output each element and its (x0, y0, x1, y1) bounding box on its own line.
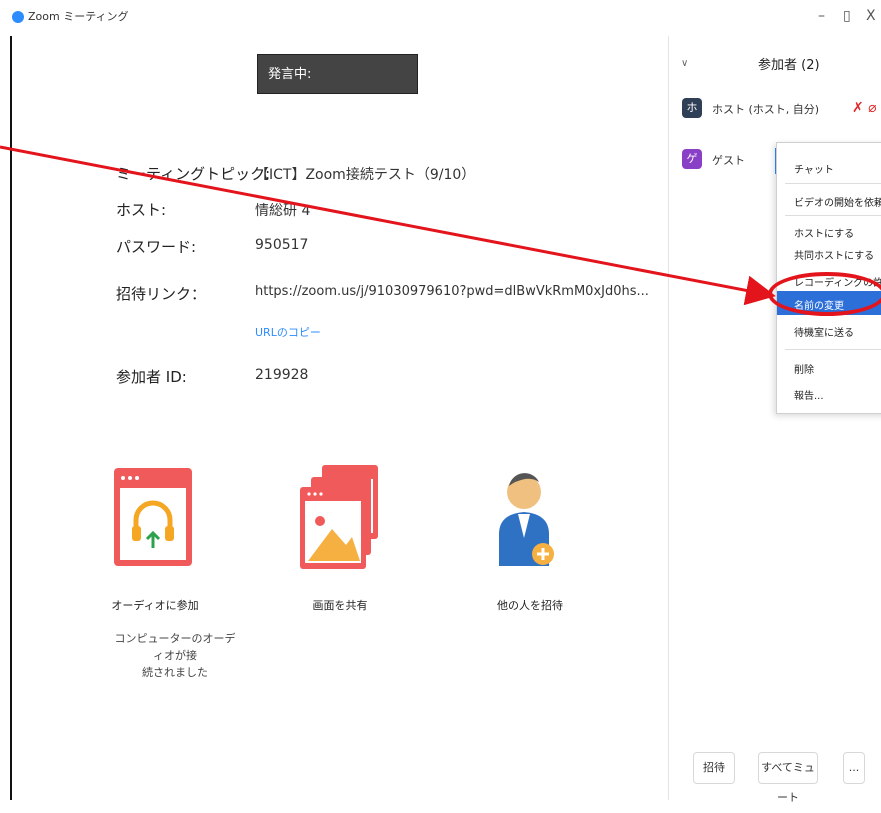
topic-value: 【ICT】Zoom接続テスト（9/10） (255, 167, 476, 183)
more-options-button[interactable]: ... (843, 752, 865, 784)
audio-status-text: コンピューターのオーディオが接 続されました (110, 630, 240, 681)
window-title: Zoom ミーティング (28, 10, 129, 23)
audio-status-line2: 続されました (142, 666, 208, 679)
share-screen-label: 画面を共有 (312, 599, 368, 612)
invite-person-icon (499, 473, 554, 566)
invite-footer-button[interactable]: 招待 (693, 752, 735, 784)
headphones-icon (114, 468, 192, 566)
password-label: パスワード: (116, 238, 197, 256)
topic-label: ミーティングトピック: (116, 165, 271, 183)
participants-title: 参加者 (2) (758, 58, 820, 73)
zoom-logo-icon (12, 11, 24, 23)
menu-item-report[interactable]: 報告... (794, 387, 824, 402)
host-name: ホスト (ホスト, 自分) (712, 103, 820, 116)
join-audio-label: オーディオに参加 (111, 599, 199, 612)
menu-item-request-video[interactable]: ビデオの開始を依頼 (794, 194, 881, 209)
menu-item-remove[interactable]: 削除 (794, 361, 814, 376)
active-speaker-indicator: 発言中: (257, 54, 418, 94)
menu-item-chat[interactable]: チャット (794, 161, 834, 176)
menu-item-waiting-room[interactable]: 待機室に送る (794, 324, 854, 339)
annotation-highlight-circle (768, 272, 881, 316)
join-audio-button[interactable] (114, 468, 192, 566)
collapse-chevron-icon[interactable]: ∨ (681, 58, 688, 69)
title-bar: Zoom ミーティング – ▯ X (0, 0, 881, 36)
zoom-meeting-window: Zoom ミーティング – ▯ X 発言中: ミーティングトピック: 【ICT】… (0, 0, 881, 804)
host-avatar: ホ (682, 98, 702, 118)
close-button[interactable]: X (866, 8, 876, 24)
share-screen-button[interactable] (300, 465, 380, 569)
menu-separator (785, 349, 881, 350)
muted-mic-icon[interactable]: ✗ ⌀ (852, 100, 877, 116)
panel-divider (668, 36, 669, 800)
mute-all-button[interactable]: すべてミュート (758, 752, 818, 804)
host-label: ホスト: (116, 201, 167, 219)
invite-others-button[interactable] (497, 468, 557, 568)
audio-status-line1: コンピューターのオーディオが接 (114, 632, 236, 662)
guest-name: ゲスト (712, 154, 745, 167)
window-left-border (10, 36, 12, 800)
copy-url-link[interactable]: URLのコピー (255, 324, 321, 340)
invite-link-label: 招待リンク： (116, 285, 207, 303)
menu-separator (785, 183, 881, 184)
participant-id-value: 219928 (255, 367, 309, 383)
host-value: 情総研 4 (255, 203, 311, 219)
invite-others-label: 他の人を招待 (497, 599, 563, 612)
menu-item-make-cohost[interactable]: 共同ホストにする (794, 247, 874, 262)
menu-separator (785, 215, 881, 216)
maximize-button[interactable]: ▯ (843, 8, 851, 24)
invite-link-value: https://zoom.us/j/91030979610?pwd=dlBwVk… (255, 284, 649, 299)
menu-item-make-host[interactable]: ホストにする (794, 225, 854, 240)
password-value: 950517 (255, 237, 309, 253)
share-screen-icon (300, 465, 378, 569)
minimize-button[interactable]: – (818, 8, 825, 24)
participant-id-label: 参加者 ID: (116, 368, 187, 386)
guest-avatar: ゲ (682, 149, 702, 169)
